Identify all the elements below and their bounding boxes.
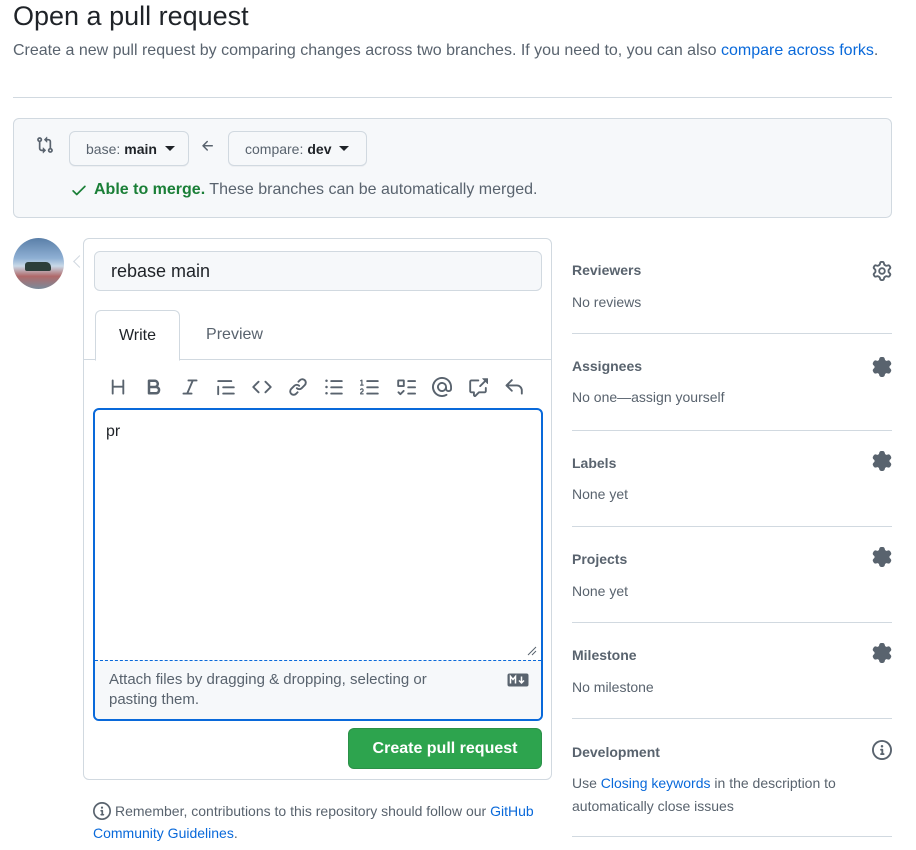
reviewers-heading: Reviewers bbox=[572, 262, 642, 278]
mention-icon[interactable] bbox=[424, 373, 460, 401]
milestone-value: No milestone bbox=[572, 679, 654, 695]
pr-body-textarea[interactable]: pr Attach files by dragging & dropping, … bbox=[93, 408, 543, 721]
resize-handle-icon[interactable] bbox=[527, 646, 537, 656]
assignees-gear-icon[interactable] bbox=[872, 357, 892, 377]
ordered-list-icon[interactable] bbox=[352, 373, 388, 401]
italic-icon[interactable] bbox=[172, 373, 208, 401]
arrow-left-icon bbox=[202, 140, 213, 151]
subtitle-end: . bbox=[873, 42, 879, 59]
base-branch-name: main bbox=[124, 140, 157, 157]
unordered-list-icon[interactable] bbox=[316, 373, 352, 401]
community-guidelines-note: Remember, contributions to this reposito… bbox=[93, 800, 543, 844]
sidebar-projects: Projects None yet bbox=[572, 527, 892, 623]
tab-write[interactable]: Write bbox=[95, 310, 180, 361]
milestone-gear-icon[interactable] bbox=[872, 643, 892, 663]
assignees-heading: Assignees bbox=[572, 358, 643, 374]
link-icon[interactable] bbox=[280, 373, 316, 401]
closing-keywords-link[interactable]: Closing keywords bbox=[601, 775, 711, 791]
compare-prefix: compare: bbox=[245, 140, 304, 157]
file-attachment-area[interactable]: Attach files by dragging & dropping, sel… bbox=[95, 660, 541, 719]
git-compare-icon bbox=[37, 136, 53, 154]
guidelines-text: Remember, contributions to this reposito… bbox=[115, 803, 487, 819]
reviewers-value: No reviews bbox=[572, 294, 642, 310]
sidebar-development: Development Use Closing keywords in the … bbox=[572, 719, 892, 837]
page-title: Open a pull request bbox=[13, 1, 249, 31]
caret-down-icon bbox=[164, 146, 175, 151]
pr-composer: Write Preview bbox=[83, 238, 552, 780]
page-subtitle: Create a new pull request by comparing c… bbox=[13, 38, 893, 64]
compare-branch-button[interactable]: compare: dev bbox=[228, 131, 367, 166]
assignees-value[interactable]: No one—assign yourself bbox=[572, 386, 872, 409]
pr-title-input[interactable] bbox=[94, 251, 542, 291]
info-icon bbox=[93, 802, 111, 820]
sidebar-milestone: Milestone No milestone bbox=[572, 623, 892, 719]
pr-body-text: pr bbox=[106, 423, 121, 440]
sidebar-assignees: Assignees No one—assign yourself bbox=[572, 334, 892, 431]
quote-icon[interactable] bbox=[208, 373, 244, 401]
compare-branch-name: dev bbox=[307, 140, 332, 157]
markdown-toolbar bbox=[100, 372, 532, 402]
development-value: Use Closing keywords in the description … bbox=[572, 772, 872, 818]
code-icon[interactable] bbox=[244, 373, 280, 401]
base-prefix: base: bbox=[86, 140, 121, 157]
labels-heading: Labels bbox=[572, 455, 617, 471]
merge-status: Able to merge. These branches can be aut… bbox=[70, 181, 537, 199]
task-list-icon[interactable] bbox=[388, 373, 424, 401]
projects-value: None yet bbox=[572, 583, 629, 599]
caret-down-icon bbox=[339, 146, 350, 151]
sidebar-reviewers: Reviewers No reviews bbox=[572, 238, 892, 334]
attach-files-text: Attach files by dragging & dropping, sel… bbox=[109, 671, 427, 708]
create-pull-request-button[interactable]: Create pull request bbox=[348, 728, 542, 769]
base-branch-button[interactable]: base: main bbox=[69, 131, 189, 166]
development-heading: Development bbox=[572, 744, 660, 760]
tab-preview[interactable]: Preview bbox=[187, 310, 282, 360]
reviewers-gear-icon[interactable] bbox=[872, 261, 892, 281]
development-text-pre: Use bbox=[572, 775, 597, 791]
milestone-heading: Milestone bbox=[572, 647, 637, 663]
compare-forks-link[interactable]: compare across forks bbox=[721, 42, 874, 59]
merge-status-text: These branches can be automatically merg… bbox=[209, 181, 538, 198]
branch-range-editor: base: main compare: dev Able to merge. T… bbox=[13, 118, 892, 218]
markdown-icon bbox=[507, 673, 529, 687]
labels-value: None yet bbox=[572, 486, 629, 502]
info-icon[interactable] bbox=[872, 740, 892, 760]
projects-gear-icon[interactable] bbox=[872, 547, 892, 567]
divider bbox=[13, 97, 892, 98]
subtitle-text: Create a new pull request by comparing c… bbox=[13, 42, 717, 59]
merge-ok-label: Able to merge. bbox=[94, 181, 206, 198]
editor-tabs: Write Preview bbox=[84, 310, 551, 361]
avatar[interactable] bbox=[13, 238, 64, 289]
projects-heading: Projects bbox=[572, 551, 628, 567]
cross-reference-icon[interactable] bbox=[460, 373, 496, 401]
sidebar-labels: Labels None yet bbox=[572, 431, 892, 527]
guidelines-end: . bbox=[233, 825, 238, 841]
bold-icon[interactable] bbox=[136, 373, 172, 401]
check-icon bbox=[72, 185, 86, 196]
undo-icon[interactable] bbox=[496, 373, 532, 401]
heading-icon[interactable] bbox=[100, 373, 136, 401]
labels-gear-icon[interactable] bbox=[872, 451, 892, 471]
